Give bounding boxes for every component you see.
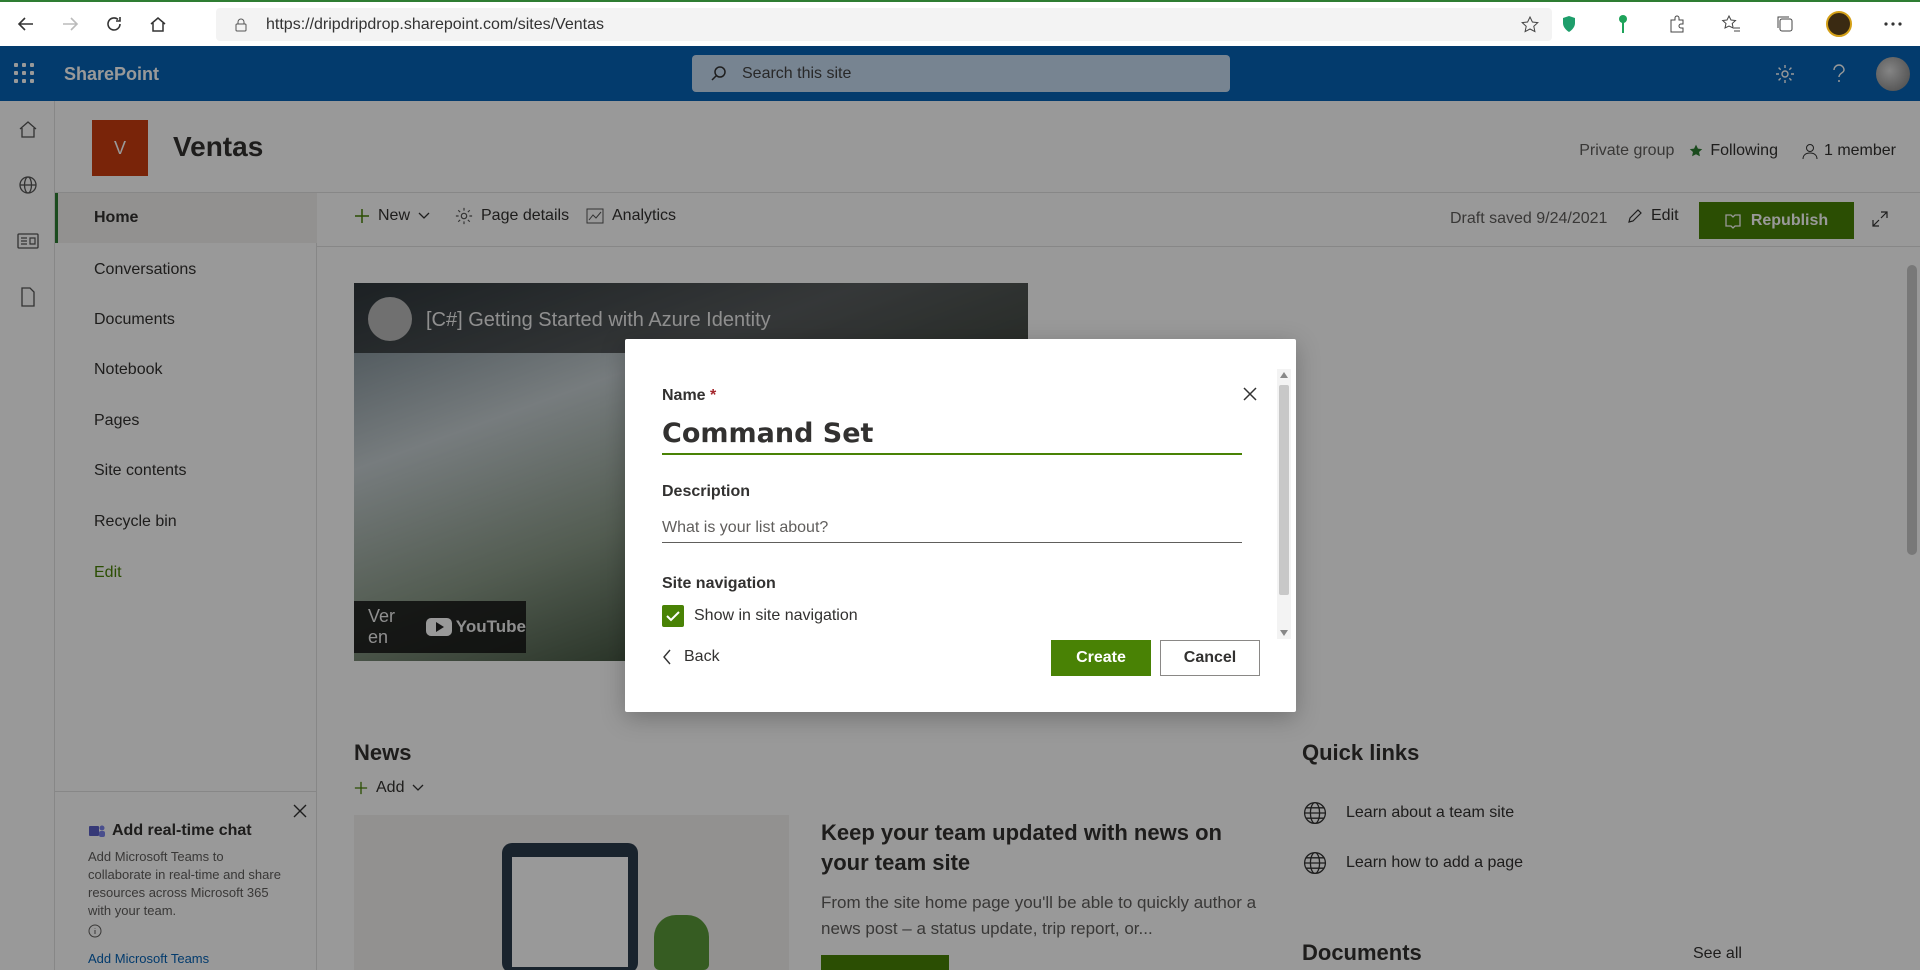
key-extension-icon[interactable] <box>1596 2 1650 46</box>
shield-extension-icon[interactable] <box>1542 2 1596 46</box>
collections-icon[interactable] <box>1758 2 1812 46</box>
dialog-scrollbar-thumb[interactable] <box>1279 385 1289 595</box>
address-bar[interactable]: https://dripdripdrop.sharepoint.com/site… <box>216 8 1552 41</box>
show-in-nav-label[interactable]: Show in site navigation <box>694 607 858 625</box>
refresh-icon[interactable] <box>96 6 132 42</box>
name-label: Name * <box>662 387 717 404</box>
close-icon[interactable] <box>1239 383 1261 405</box>
create-list-dialog: Name * Description Site navigation Show … <box>625 339 1296 712</box>
modal-overlay-suitebar <box>0 46 1920 101</box>
cancel-button[interactable]: Cancel <box>1160 640 1260 676</box>
scroll-up-arrow-icon[interactable] <box>1280 372 1288 378</box>
lock-icon[interactable] <box>234 18 248 32</box>
create-button[interactable]: Create <box>1051 640 1151 676</box>
back-arrow-icon[interactable] <box>8 6 44 42</box>
browser-toolbar: https://dripdripdrop.sharepoint.com/site… <box>0 0 1920 46</box>
extensions-area <box>1542 2 1920 46</box>
site-navigation-label: Site navigation <box>662 575 776 592</box>
description-input[interactable] <box>662 513 1242 543</box>
puzzle-extensions-icon[interactable] <box>1650 2 1704 46</box>
checkmark-icon <box>666 611 680 622</box>
show-in-nav-checkbox[interactable] <box>662 605 684 627</box>
back-label: Back <box>684 648 720 665</box>
more-menu-icon[interactable] <box>1866 2 1920 46</box>
required-asterisk: * <box>710 387 717 404</box>
url-text[interactable]: https://dripdripdrop.sharepoint.com/site… <box>266 16 604 34</box>
description-label: Description <box>662 483 751 500</box>
forward-arrow-icon[interactable] <box>52 6 88 42</box>
back-button[interactable]: Back <box>662 648 720 666</box>
chevron-left-icon <box>663 649 671 665</box>
home-icon[interactable] <box>140 6 176 42</box>
add-favorite-icon[interactable] <box>1520 15 1540 40</box>
profile-avatar[interactable] <box>1812 2 1866 46</box>
name-input[interactable] <box>662 413 1242 455</box>
scroll-down-arrow-icon[interactable] <box>1280 630 1288 636</box>
favorites-icon[interactable] <box>1704 2 1758 46</box>
dialog-scrollbar[interactable] <box>1277 369 1291 639</box>
